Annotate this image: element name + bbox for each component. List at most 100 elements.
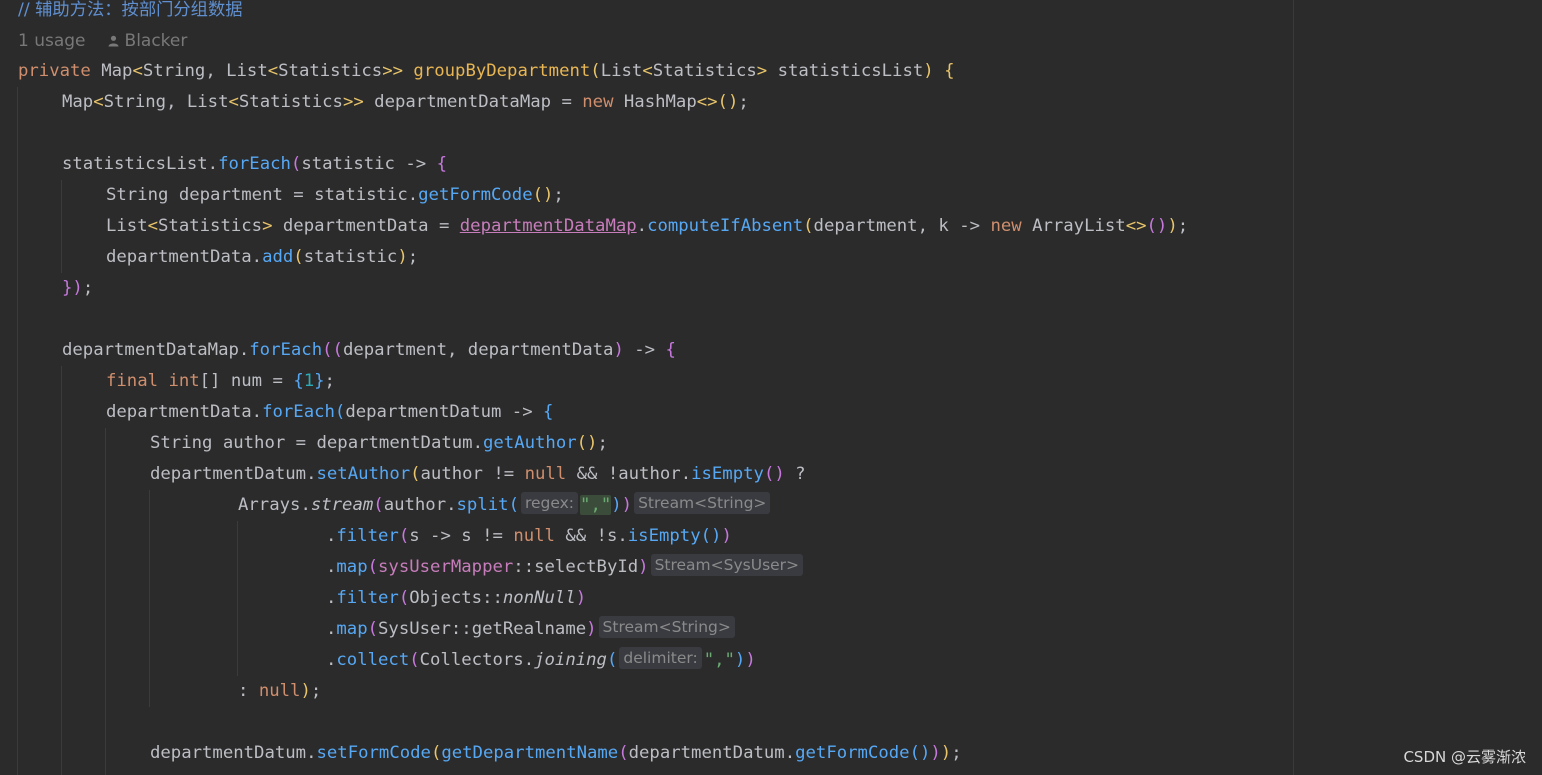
code-token: }) <box>62 278 83 298</box>
code-line-comment[interactable]: // 辅助方法：按部门分组数据 <box>18 0 243 26</box>
code-token: departmentDatum <box>316 433 473 453</box>
code-token: Collectors <box>419 650 524 670</box>
code-token: < <box>147 216 159 236</box>
code-line-12[interactable]: departmentDatum.setAuthor(author != null… <box>150 459 806 490</box>
code-token: ) <box>611 495 622 515</box>
code-token: "," <box>703 650 735 670</box>
code-line-5[interactable]: List<Statistics> departmentData = depart… <box>106 211 1188 242</box>
right-margin-guide <box>1293 0 1294 775</box>
code-token: > <box>756 61 768 81</box>
code-token: < <box>132 61 143 81</box>
code-token: departmentDatum <box>628 743 785 763</box>
code-token: () <box>763 464 785 484</box>
code-token: s <box>606 526 618 546</box>
code-token: author <box>618 464 681 484</box>
code-token: num <box>230 371 263 391</box>
indent-guide <box>105 428 106 775</box>
code-token: add <box>262 247 294 267</box>
code-line-21[interactable]: departmentDatum.setFormCode(getDepartmen… <box>150 738 962 769</box>
code-token: ArrayList <box>1032 216 1126 236</box>
code-line-9[interactable]: final int[] num = {1}; <box>106 366 335 397</box>
code-token: ( <box>590 61 601 81</box>
code-comment: // 辅助方法：按部门分组数据 <box>18 0 243 20</box>
code-token: ( <box>618 743 629 763</box>
code-token: statistic <box>303 247 398 267</box>
code-token: stream <box>310 495 374 515</box>
indent-guide <box>149 490 150 707</box>
code-token: departmentDataMap <box>459 216 637 236</box>
code-token: < <box>642 61 653 81</box>
code-token: ( <box>373 495 384 515</box>
code-token: 1 <box>303 371 315 391</box>
code-token: () <box>1146 216 1168 236</box>
code-token: () <box>532 185 554 205</box>
code-token: { <box>293 371 304 391</box>
type-hint: Stream<SysUser> <box>650 554 804 576</box>
code-token: ( <box>334 402 346 422</box>
code-token: new <box>990 216 1022 236</box>
code-token: ) <box>586 619 597 639</box>
code-line-4[interactable]: String department = statistic.getFormCod… <box>106 180 564 211</box>
code-token: ( <box>409 650 420 670</box>
code-token: sysUserMapper <box>378 557 514 577</box>
code-line-19[interactable]: : null); <box>238 676 321 707</box>
code-token: split <box>456 495 509 515</box>
code-line-18[interactable]: .collect(Collectors.joining(delimiter: ",… <box>326 645 756 676</box>
code-token: >> <box>382 61 404 81</box>
code-line-17[interactable]: .map(SysUser::getRealname) Stream<String> <box>326 614 737 645</box>
code-token: Objects <box>409 588 483 608</box>
code-token: statistic <box>301 154 395 174</box>
code-line-15[interactable]: .map(sysUserMapper::selectById) Stream<Sy… <box>326 552 805 583</box>
code-token: forEach <box>262 402 335 422</box>
code-token: collect <box>336 650 410 670</box>
code-token: departmentDatum <box>150 464 307 484</box>
code-line-8[interactable]: departmentDataMap.forEach((department, d… <box>62 335 676 366</box>
code-token: departmentData <box>467 340 614 360</box>
code-token: (( <box>322 340 343 360</box>
code-token: isEmpty <box>627 526 701 546</box>
code-line-11[interactable]: String author = departmentDatum.getAutho… <box>150 428 608 459</box>
code-token: getFormCode <box>795 743 910 763</box>
code-token: null <box>524 464 567 484</box>
code-line-16[interactable]: .filter(Objects::nonNull) <box>326 583 586 614</box>
code-line-3[interactable]: statisticsList.forEach(statistic -> { <box>62 149 447 180</box>
code-token: ) <box>734 650 746 670</box>
code-token: map <box>336 557 368 577</box>
code-line-6[interactable]: departmentData.add(statistic); <box>106 242 418 273</box>
csdn-watermark: CSDN @云雾渐浓 <box>1403 748 1526 766</box>
code-token: Map <box>62 92 94 112</box>
code-line-10[interactable]: departmentData.forEach(departmentDatum -… <box>106 397 553 428</box>
code-token: getFormCode <box>418 185 533 205</box>
code-token: () <box>576 433 598 453</box>
code-editor[interactable]: // 辅助方法：按部门分组数据 1 usage Blacker private M… <box>0 0 1542 775</box>
code-token: department <box>813 216 918 236</box>
code-line-13[interactable]: Arrays.stream(author.split(regex: ",")) St… <box>238 490 772 521</box>
code-token: author <box>383 495 447 515</box>
author-link[interactable]: Blacker <box>108 31 187 51</box>
code-token: ) <box>721 526 732 546</box>
code-token: filter <box>336 588 399 608</box>
code-token: departmentDataMap <box>374 92 552 112</box>
param-hint: delimiter: <box>619 647 702 669</box>
code-token: > <box>262 216 273 236</box>
code-line-1[interactable]: private Map<String, List<Statistics>> gr… <box>18 56 954 87</box>
code-token: ) <box>745 650 756 670</box>
code-token: Map <box>101 61 133 81</box>
usage-count-link[interactable]: 1 usage <box>18 31 86 51</box>
code-line-7[interactable]: }); <box>62 273 93 304</box>
code-token: departmentDatum <box>345 402 502 422</box>
code-token: author <box>222 433 286 453</box>
code-token: statisticsList <box>777 61 924 81</box>
code-line-14[interactable]: .filter(s -> s != null && !s.isEmpty()) <box>326 521 732 552</box>
code-line-2[interactable]: Map<String, List<Statistics>> department… <box>62 87 749 118</box>
code-token: filter <box>336 526 399 546</box>
code-token: ( <box>398 588 410 608</box>
code-token: ) <box>621 495 633 515</box>
code-token: ( <box>367 557 379 577</box>
code-token: ) <box>397 247 408 267</box>
code-token: List <box>600 61 643 81</box>
code-token: ) <box>930 743 941 763</box>
code-token: forEach <box>249 340 323 360</box>
code-token: s <box>409 526 420 546</box>
code-token: ( <box>293 247 304 267</box>
